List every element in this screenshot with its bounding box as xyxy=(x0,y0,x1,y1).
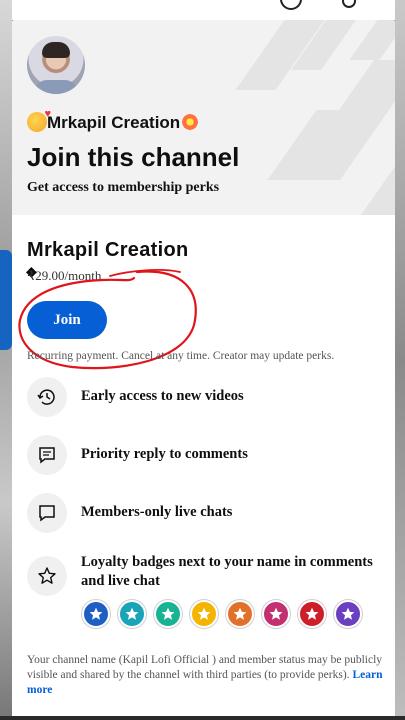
channel-tag-text: Mrkapil Creation xyxy=(47,113,181,132)
channel-name: Mrkapil Creation xyxy=(27,239,189,261)
history-clock-icon xyxy=(37,389,55,405)
loyalty-badge-icon xyxy=(82,600,110,628)
chat-bubble-icon xyxy=(39,505,55,522)
channel-avatar xyxy=(27,36,85,94)
bottom-edge xyxy=(0,716,405,720)
loyalty-badge-icon xyxy=(226,600,254,628)
perk-item: Members-only live chats xyxy=(27,493,387,535)
perk-label: Loyalty badges next to your name in comm… xyxy=(81,554,373,589)
perk-label: Priority reply to comments xyxy=(81,446,248,462)
perk-icon-container xyxy=(27,493,67,533)
background-right-edge xyxy=(395,0,405,720)
join-button[interactable]: Join xyxy=(27,301,107,339)
loyalty-badge-icon xyxy=(118,600,146,628)
loyalty-badge-icon xyxy=(262,600,290,628)
search-icon[interactable] xyxy=(342,0,356,8)
header-decoration xyxy=(349,20,395,60)
background-blue-element xyxy=(0,250,12,350)
perk-icon-container xyxy=(27,377,67,417)
perk-label: Members-only live chats xyxy=(81,504,233,520)
smiling-face-hearts-icon xyxy=(27,108,51,132)
membership-sheet: Mrkapil Creation Join this channel Get a… xyxy=(12,20,395,720)
collision-icon xyxy=(180,112,201,132)
star-icon xyxy=(38,567,56,584)
perk-icon-container xyxy=(27,556,67,596)
perk-label: Early access to new videos xyxy=(81,388,244,404)
privacy-note-text: Your channel name (Kapil Lofi Official )… xyxy=(27,654,383,681)
page-subtitle: Get access to membership perks xyxy=(27,180,220,195)
comment-icon xyxy=(39,447,55,464)
cast-icon[interactable] xyxy=(280,0,302,10)
loyalty-badges-row xyxy=(82,600,362,628)
perk-item: Loyalty badges next to your name in comm… xyxy=(27,553,387,596)
background-left-edge xyxy=(0,0,12,720)
loyalty-badge-icon xyxy=(298,600,326,628)
perk-item: Early access to new videos xyxy=(27,377,387,419)
perk-item: Priority reply to comments xyxy=(27,435,387,477)
loyalty-badge-icon xyxy=(154,600,182,628)
perk-icon-container xyxy=(27,435,67,475)
loyalty-badge-icon xyxy=(334,600,362,628)
privacy-note: Your channel name (Kapil Lofi Official )… xyxy=(27,653,387,698)
sheet-header: Mrkapil Creation Join this channel Get a… xyxy=(12,20,395,215)
terms-text: Recurring payment. Cancel at any time. C… xyxy=(27,350,335,362)
app-top-bar-cutoff xyxy=(12,0,395,20)
loyalty-badge-icon xyxy=(190,600,218,628)
header-decoration xyxy=(289,60,395,180)
page-title: Join this channel xyxy=(27,142,240,172)
membership-price: ₹29.00/month xyxy=(27,268,102,283)
channel-tag: Mrkapil Creation xyxy=(27,108,201,133)
